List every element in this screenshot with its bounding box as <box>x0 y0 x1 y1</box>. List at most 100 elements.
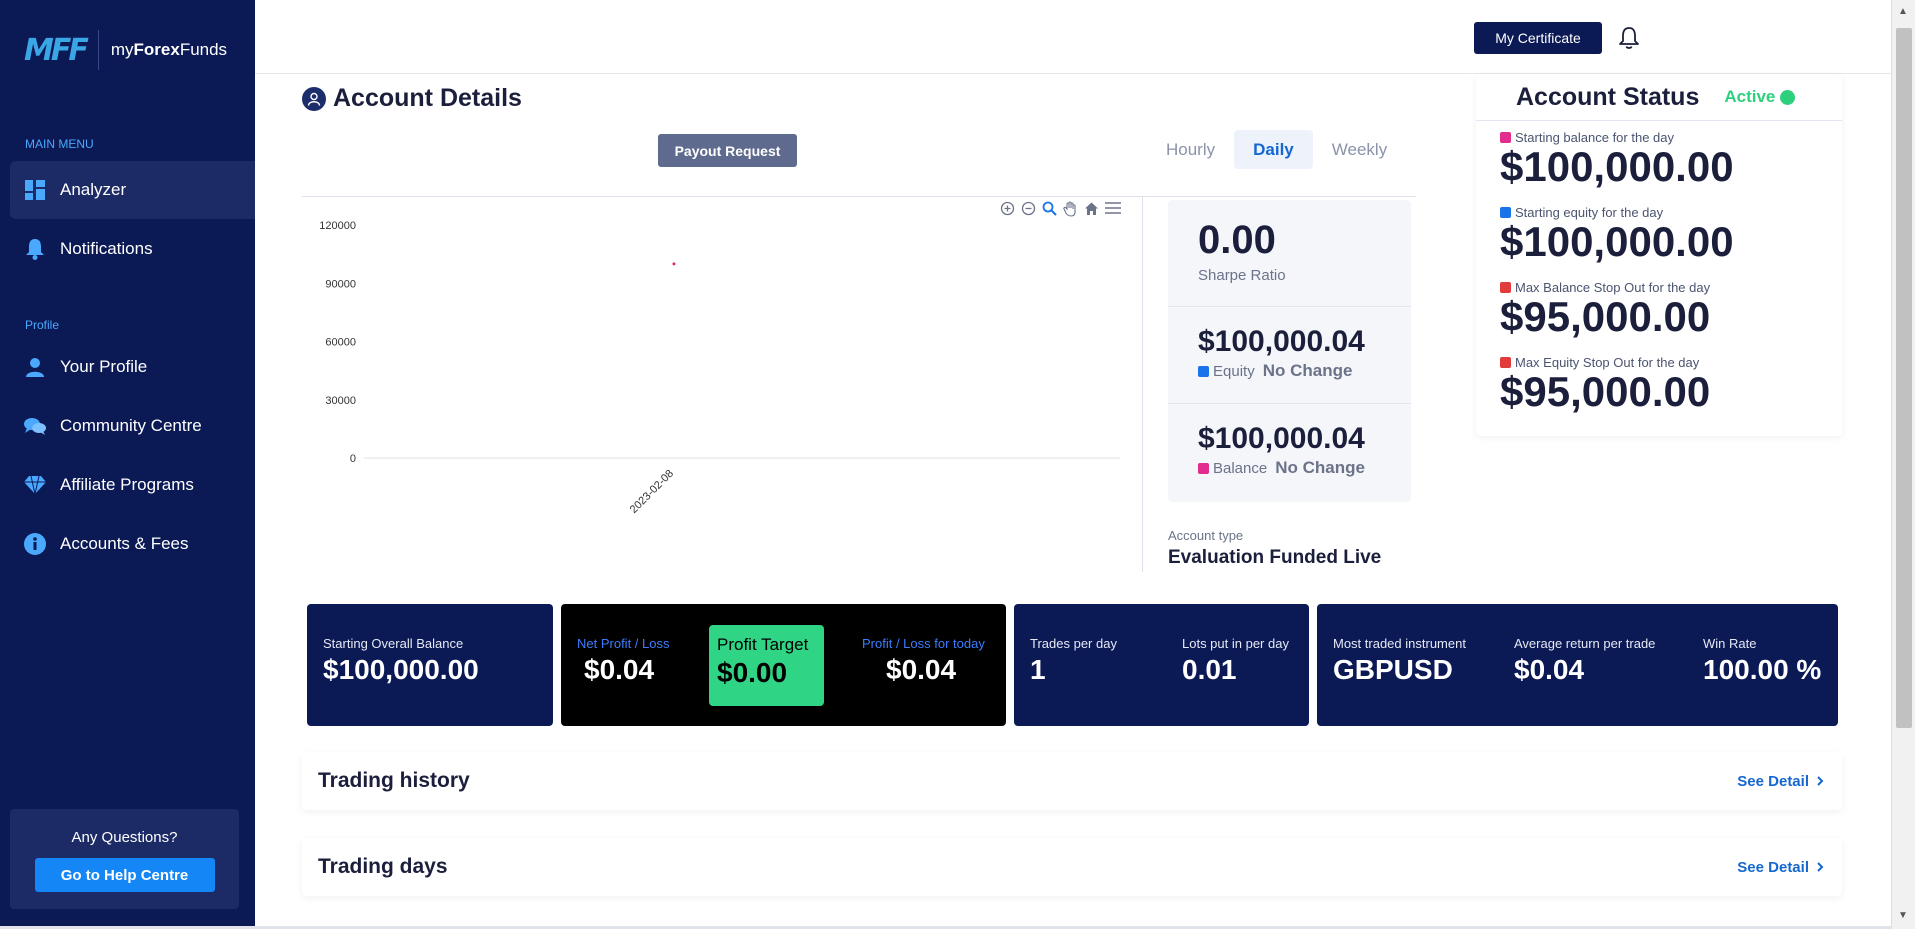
chart-toolbar <box>1000 201 1121 222</box>
sidebar-item-accounts-fees[interactable]: Accounts & Fees <box>10 515 255 573</box>
help-centre-button[interactable]: Go to Help Centre <box>34 858 215 892</box>
balance-label: Balance <box>1213 460 1268 477</box>
top-bar: My Certificate <box>255 0 1891 74</box>
page-scrollbar[interactable]: ▲ ▼ <box>1891 0 1915 929</box>
grid-icon <box>24 179 46 201</box>
avg-return-value: $0.04 <box>1514 654 1585 685</box>
scroll-thumb[interactable] <box>1896 28 1912 728</box>
net-profit-loss-label: Net Profit / Loss <box>577 636 670 651</box>
balance-change: No Change <box>1275 458 1365 477</box>
starting-balance-label: Starting Overall Balance <box>323 636 464 651</box>
sidebar-item-analyzer[interactable]: Analyzer <box>10 161 255 219</box>
sidebar-item-your-profile[interactable]: Your Profile <box>10 338 255 396</box>
tab-weekly[interactable]: Weekly <box>1313 130 1406 169</box>
most-traded-label: Most traded instrument <box>1333 636 1466 651</box>
trades-per-day-value: 1 <box>1030 654 1046 685</box>
blue-dot <box>1500 207 1511 218</box>
trading-days-see-detail-link[interactable]: See Detail <box>1737 859 1826 876</box>
equity-dot <box>1198 366 1209 377</box>
info-icon <box>24 533 46 555</box>
max-equity-stop-row: Max Equity Stop Out for the day $95,000.… <box>1500 355 1710 414</box>
trading-history-title: Trading history <box>318 769 470 792</box>
sidebar-item-label: Affiliate Programs <box>60 475 194 494</box>
sharpe-ratio-label: Sharpe Ratio <box>1198 267 1286 284</box>
divider <box>1476 120 1842 121</box>
status-row-value: $100,000.00 <box>1500 143 1734 190</box>
profile-heading: Profile <box>25 318 60 332</box>
red-dot <box>1500 357 1511 368</box>
sidebar-item-community-centre[interactable]: Community Centre <box>10 397 255 455</box>
y-tick-label: 30000 <box>325 395 356 407</box>
y-tick-label: 90000 <box>325 278 356 290</box>
zoom-in-icon[interactable] <box>1000 201 1015 222</box>
most-traded-value: GBPUSD <box>1333 654 1453 685</box>
sidebar-item-label: Accounts & Fees <box>60 534 189 553</box>
sharpe-ratio-block: 0.00 Sharpe Ratio <box>1168 200 1411 307</box>
sidebar-item-affiliate-programs[interactable]: Affiliate Programs <box>10 456 255 514</box>
account-details-title: Account Details <box>302 84 522 113</box>
bell-icon <box>24 238 46 260</box>
balance-block: $100,000.04 Balance No Change <box>1168 404 1411 502</box>
help-box: Any Questions? Go to Help Centre <box>10 809 239 909</box>
account-type-value: Evaluation Funded Live <box>1168 547 1382 568</box>
pl-today-label: Profit / Loss for today <box>862 636 985 651</box>
chart-menu-icon[interactable] <box>1105 201 1121 222</box>
chart-divider <box>1142 196 1143 572</box>
zoom-out-icon[interactable] <box>1021 201 1036 222</box>
stats-panel: 0.00 Sharpe Ratio $100,000.04 Equity No C… <box>1168 200 1411 502</box>
equity-change: No Change <box>1262 361 1353 380</box>
pan-hand-icon[interactable] <box>1063 201 1078 222</box>
red-dot <box>1500 282 1511 293</box>
sidebar-item-notifications[interactable]: Notifications <box>10 220 255 278</box>
starting-balance-card: Starting Overall Balance $100,000.00 <box>307 604 553 726</box>
net-profit-loss-value: $0.04 <box>584 654 655 685</box>
chevron-right-icon <box>1817 776 1824 786</box>
diamond-icon <box>24 474 46 496</box>
instrument-card: Most traded instrument GBPUSD Average re… <box>1317 604 1838 726</box>
equity-value: $100,000.04 <box>1198 325 1365 358</box>
reset-home-icon[interactable] <box>1084 201 1099 222</box>
status-badge: Active <box>1724 87 1796 107</box>
win-rate-label: Win Rate <box>1703 636 1757 651</box>
tab-daily[interactable]: Daily <box>1234 130 1313 169</box>
user-circle-icon <box>302 86 326 111</box>
tab-hourly[interactable]: Hourly <box>1147 130 1234 169</box>
notification-bell-icon[interactable] <box>1618 26 1640 55</box>
trading-history-section: Trading history See Detail <box>302 752 1842 810</box>
data-point[interactable] <box>672 262 676 266</box>
trading-days-title: Trading days <box>318 855 448 878</box>
starting-equity-row: Starting equity for the day $100,000.00 <box>1500 205 1734 264</box>
account-status-title: Account Status <box>1516 82 1700 111</box>
brand-logo[interactable]: MFF myForexFunds <box>24 30 227 70</box>
sidebar-item-label: Your Profile <box>60 357 148 376</box>
trades-per-day-label: Trades per day <box>1030 636 1117 651</box>
chevron-right-icon <box>1817 862 1824 872</box>
y-tick-label: 120000 <box>319 220 356 232</box>
balance-legend: Balance No Change <box>1198 458 1411 478</box>
payout-request-button[interactable]: Payout Request <box>658 134 797 167</box>
account-status-card: Account Status Active Starting balance f… <box>1476 74 1842 436</box>
balance-chart: 120000 90000 60000 30000 0 2023-02-08 <box>319 220 1120 516</box>
equity-label: Equity <box>1213 363 1255 380</box>
trading-history-see-detail-link[interactable]: See Detail <box>1737 773 1826 790</box>
y-tick-label: 60000 <box>325 337 356 349</box>
zoom-select-icon[interactable] <box>1042 201 1057 222</box>
status-row-value: $100,000.00 <box>1500 218 1734 265</box>
logo-mark: MFF <box>24 32 89 68</box>
y-tick-label: 0 <box>350 453 356 465</box>
scroll-up-icon[interactable]: ▲ <box>1898 6 1908 17</box>
my-certificate-button[interactable]: My Certificate <box>1474 22 1602 54</box>
balance-dot <box>1198 463 1209 474</box>
equity-legend: Equity No Change <box>1198 361 1411 381</box>
trading-days-section: Trading days See Detail <box>302 838 1842 896</box>
sidebar: MFF myForexFunds MAIN MENU Analyzer Noti… <box>0 0 255 929</box>
account-status-header: Account Status Active <box>1516 74 1842 120</box>
divider <box>302 196 1416 197</box>
logo-divider <box>97 30 99 70</box>
profit-target-label: Profit Target <box>717 635 809 654</box>
pl-today-value: $0.04 <box>886 654 957 685</box>
scroll-down-icon[interactable]: ▼ <box>1898 910 1908 921</box>
help-title: Any Questions? <box>71 829 178 846</box>
starting-balance-value: $100,000.00 <box>323 654 479 685</box>
profit-target-value: $0.00 <box>717 657 788 688</box>
